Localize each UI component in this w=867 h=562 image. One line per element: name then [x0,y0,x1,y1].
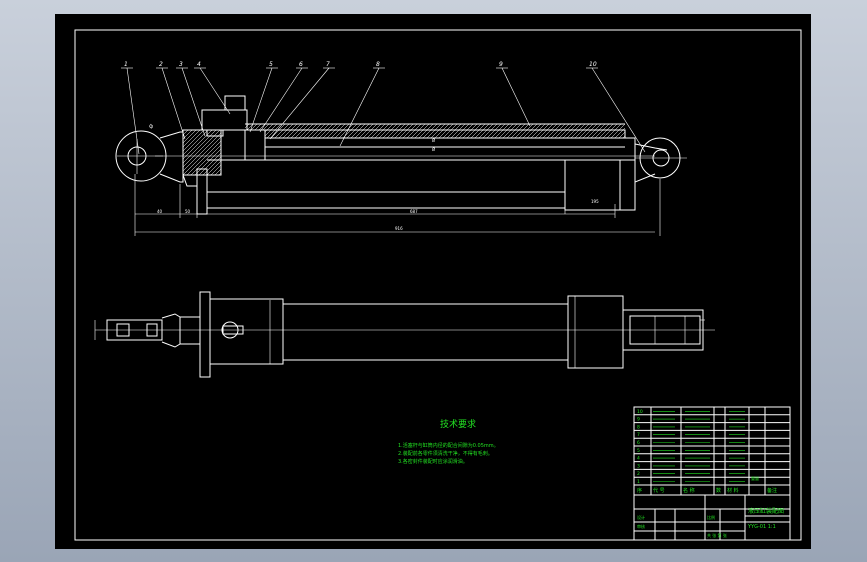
leader-line-2 [161,67,186,140]
hdr-code: 代 号 [653,487,665,494]
leader-line-10 [591,67,646,153]
section-view [115,95,687,236]
drawing-name: 液压缸装配图 [748,507,784,515]
part-no-5: 5 [637,448,640,454]
leader-line-9 [501,67,531,127]
part-no-2: 2 [637,471,640,477]
part-no-6: 6 [637,440,640,446]
leader-line-3 [181,67,206,137]
balloon-9: 9 [499,61,503,68]
balloon-3: 3 [179,61,183,68]
sheet-label: 共 张 第 张 [707,532,727,538]
part-no-7: 7 [637,432,640,438]
leader-line-5 [249,67,273,133]
technical-requirements: 技术要求 1.活塞杆与缸筒内径的配合间隙为0.05mm。 2.装配前各零件须清洗… [398,418,499,465]
dim-d5: 916 [395,226,403,231]
balloon-7: 7 [326,61,330,68]
leader-line-8 [339,67,380,147]
balloon-labels: 1 2 3 4 5 6 7 8 9 10 [124,61,597,68]
leader-line-6 [259,67,303,133]
leader-line-4 [199,67,231,115]
balloon-leaders [121,67,646,155]
dim-d6: Ø [432,138,435,143]
part-no-10: 10 [637,409,643,415]
part-no-9: 9 [637,417,640,423]
checker-label: 审核 [637,523,645,529]
drawing-number: YYG-01 1:1 [747,524,776,530]
tech-line-2: 2.装配前各零件须清洗干净，不得有毛刺。 [398,450,493,457]
part-no-4: 4 [637,456,640,462]
balloon-5: 5 [269,61,273,68]
parts-list: 10 98 7 6 5 43 2 1 序 代 号 名 称 数 材 料 重量 备注 [633,406,791,496]
tech-line-3: 3.各密封件装配时应涂润滑油。 [398,458,468,465]
balloon-10: 10 [589,61,597,68]
part-no-8: 8 [637,424,640,430]
top-view [94,291,715,378]
drawing-sheet: 1 2 3 4 5 6 7 8 9 10 40 50 687 195 916 Ø Ø Ø [55,14,811,549]
balloon-8: 8 [376,61,380,68]
balloon-6: 6 [299,61,303,68]
hdr-name: 名 称 [683,487,695,494]
scale-label: 比例 [707,514,715,520]
hdr-mat: 材 料 [727,487,739,494]
part-no-1: 1 [637,479,640,485]
balloon-2: 2 [159,61,163,68]
hdr-qty: 数 [716,487,721,494]
hdr-wt: 重量 [751,475,759,481]
designer-label: 设计 [637,514,645,520]
tech-line-1: 1.活塞杆与缸筒内径的配合间隙为0.05mm。 [398,442,499,449]
balloon-4: 4 [197,61,201,68]
leader-line-1 [126,67,140,155]
hdr-no: 序 [637,487,642,494]
tech-title: 技术要求 [440,418,476,430]
balloon-1: 1 [124,61,128,68]
part-no-3: 3 [637,463,640,469]
dim-d1: 40 [157,209,163,214]
dim-d8: Ø [147,123,155,131]
dim-d4: 195 [591,199,599,204]
dim-d3: 687 [410,209,418,214]
dim-d2: 50 [185,209,191,214]
dim-d7: Ø [432,147,435,152]
cad-drawing: 1 2 3 4 5 6 7 8 9 10 40 50 687 195 916 Ø Ø Ø [74,29,802,541]
title-block: 液压缸装配图 设计 审核 比例 共 张 第 张 YYG-01 1:1 [633,494,791,541]
hdr-note: 备注 [767,487,777,494]
